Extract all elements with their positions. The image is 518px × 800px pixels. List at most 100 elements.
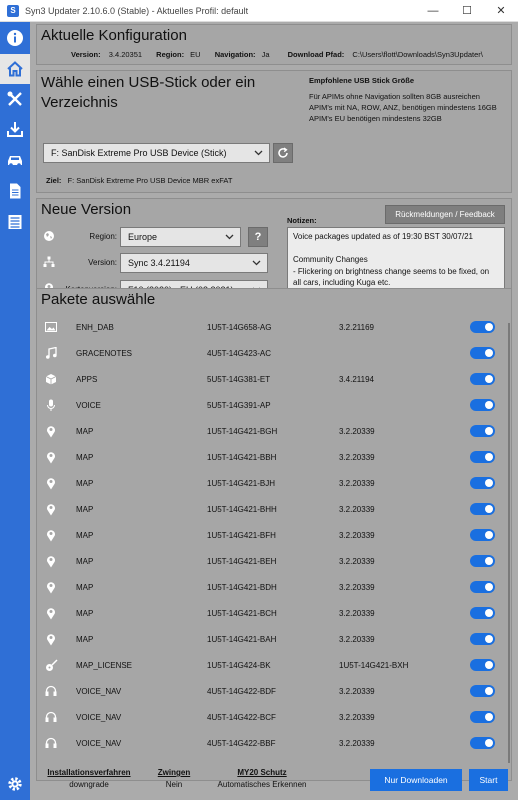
package-version: 3.2.20339 [339, 686, 375, 696]
package-name: MAP [76, 504, 94, 514]
tools-icon [7, 91, 22, 106]
help-button[interactable]: ? [248, 227, 268, 247]
usb-target: Ziel: F: SanDisk Extreme Pro USB Device … [46, 176, 232, 185]
region-select[interactable]: Europe [120, 227, 241, 247]
package-version: 3.2.20339 [339, 504, 375, 514]
notes-textbox[interactable]: Voice packages updated as of 19:30 BST 3… [287, 227, 505, 297]
package-name: VOICE [76, 400, 101, 410]
packages-panel: Pakete auswähle ENH_DAB 1U5T-14G658-AG 3.2… [36, 288, 512, 781]
package-toggle[interactable] [470, 581, 495, 593]
package-row: GRACENOTES 4U5T-14G423-AC [37, 340, 507, 366]
sidebar-item-tools[interactable] [0, 84, 30, 114]
package-toggle[interactable] [470, 711, 495, 723]
box-icon [44, 372, 58, 386]
document-icon [10, 183, 21, 199]
footer: Installationsverfahren downgrade Zwingen… [30, 768, 518, 800]
packages-title: Pakete auswähle [41, 291, 156, 308]
sidebar [0, 22, 30, 800]
map-pin-icon [44, 424, 58, 438]
my20-label: MY20 Schutz [237, 768, 287, 777]
package-name: VOICE_NAV [76, 738, 122, 748]
sidebar-item-info[interactable] [0, 23, 30, 53]
usb-drive-select[interactable]: F: SanDisk Extreme Pro USB Device (Stick… [43, 143, 270, 163]
minimize-button[interactable]: — [416, 0, 450, 22]
package-part-number: 1U5T-14G421-BCH [207, 608, 277, 618]
sitemap-icon [43, 256, 55, 267]
package-toggle[interactable] [470, 659, 495, 671]
package-row: MAP_LICENSE 1U5T-14G424-BK 1U5T-14G421-BXH [37, 652, 507, 678]
package-toggle[interactable] [470, 555, 495, 567]
my20-protection[interactable]: MY20 Schutz Automatisches Erkennen [210, 768, 314, 789]
config-version-label: Version: [71, 50, 101, 59]
package-toggle[interactable] [470, 425, 495, 437]
recommend-title: Empfohlene USB Stick Größe [309, 76, 415, 85]
sidebar-item-document[interactable] [0, 176, 30, 206]
headset-icon [44, 736, 58, 750]
title-bar: S Syn3 Updater 2.10.6.0 (Stable) - Aktue… [0, 0, 518, 22]
sidebar-item-download[interactable] [0, 114, 30, 144]
force-option[interactable]: Zwingen Nein [152, 768, 196, 789]
package-version: 3.2.20339 [339, 426, 375, 436]
start-button[interactable]: Start [469, 769, 508, 791]
package-name: MAP [76, 426, 94, 436]
package-version: 3.2.20339 [339, 738, 375, 748]
package-list-scrollbar[interactable] [508, 323, 510, 763]
new-version-panel: Neue Version Region: Europe ? Version: S… [36, 198, 512, 302]
package-toggle[interactable] [470, 737, 495, 749]
sidebar-item-log[interactable] [0, 207, 30, 237]
install-method[interactable]: Installationsverfahren downgrade [43, 768, 135, 789]
package-row: MAP 1U5T-14G421-BDH 3.2.20339 [37, 574, 507, 600]
chevron-down-icon [225, 234, 234, 240]
download-only-button[interactable]: Nur Downloaden [370, 769, 462, 791]
sidebar-item-car[interactable] [0, 145, 30, 175]
package-toggle[interactable] [470, 373, 495, 385]
map-pin-icon [44, 450, 58, 464]
package-toggle[interactable] [470, 321, 495, 333]
package-part-number: 4U5T-14G422-BDF [207, 686, 276, 696]
package-version: 3.2.20339 [339, 608, 375, 618]
version-select[interactable]: Sync 3.4.21194 [120, 253, 268, 273]
map-pin-icon [44, 580, 58, 594]
package-toggle[interactable] [470, 633, 495, 645]
package-toggle[interactable] [470, 685, 495, 697]
package-toggle[interactable] [470, 399, 495, 411]
maximize-button[interactable]: ☐ [450, 0, 484, 22]
package-name: GRACENOTES [76, 348, 133, 358]
usb-title: Wähle einen USB-Stick oder ein Verzeichn… [41, 73, 255, 113]
package-part-number: 1U5T-14G421-BGH [207, 426, 278, 436]
install-method-label: Installationsverfahren [47, 768, 131, 777]
package-name: MAP [76, 556, 94, 566]
package-part-number: 4U5T-14G422-BBF [207, 738, 276, 748]
gear-icon [8, 777, 22, 791]
package-name: VOICE_NAV [76, 712, 122, 722]
package-toggle[interactable] [470, 477, 495, 489]
config-navigation-value: Ja [261, 50, 270, 59]
target-label: Ziel: [46, 176, 62, 185]
package-toggle[interactable] [470, 347, 495, 359]
package-part-number: 4U5T-14G423-AC [207, 348, 272, 358]
region-label: Region: [89, 232, 117, 241]
sidebar-item-settings[interactable] [0, 769, 30, 799]
package-toggle[interactable] [470, 529, 495, 541]
package-name: ENH_DAB [76, 322, 114, 332]
feedback-button[interactable]: Rückmeldungen / Feedback [385, 205, 505, 224]
package-toggle[interactable] [470, 451, 495, 463]
package-part-number: 1U5T-14G421-BBH [207, 452, 277, 462]
package-toggle[interactable] [470, 503, 495, 515]
refresh-button[interactable] [273, 143, 293, 163]
package-name: MAP [76, 634, 94, 644]
close-button[interactable]: ✕ [484, 0, 518, 22]
config-download-path: C:\Users\flott\Downloads\Syn3Updater\ [352, 50, 483, 59]
chevron-down-icon [254, 150, 263, 156]
image-icon [44, 320, 58, 334]
usb-title-line2: Verzeichnis [41, 94, 118, 111]
sidebar-item-home[interactable] [0, 54, 30, 84]
map-pin-icon [44, 606, 58, 620]
package-toggle[interactable] [470, 607, 495, 619]
package-version: 3.2.20339 [339, 530, 375, 540]
version-label: Version: [88, 258, 117, 267]
config-region-value: EU [190, 50, 201, 59]
package-row: ENH_DAB 1U5T-14G658-AG 3.2.21169 [37, 314, 507, 340]
package-row: MAP 1U5T-14G421-BBH 3.2.20339 [37, 444, 507, 470]
package-row: VOICE_NAV 4U5T-14G422-BDF 3.2.20339 [37, 678, 507, 704]
